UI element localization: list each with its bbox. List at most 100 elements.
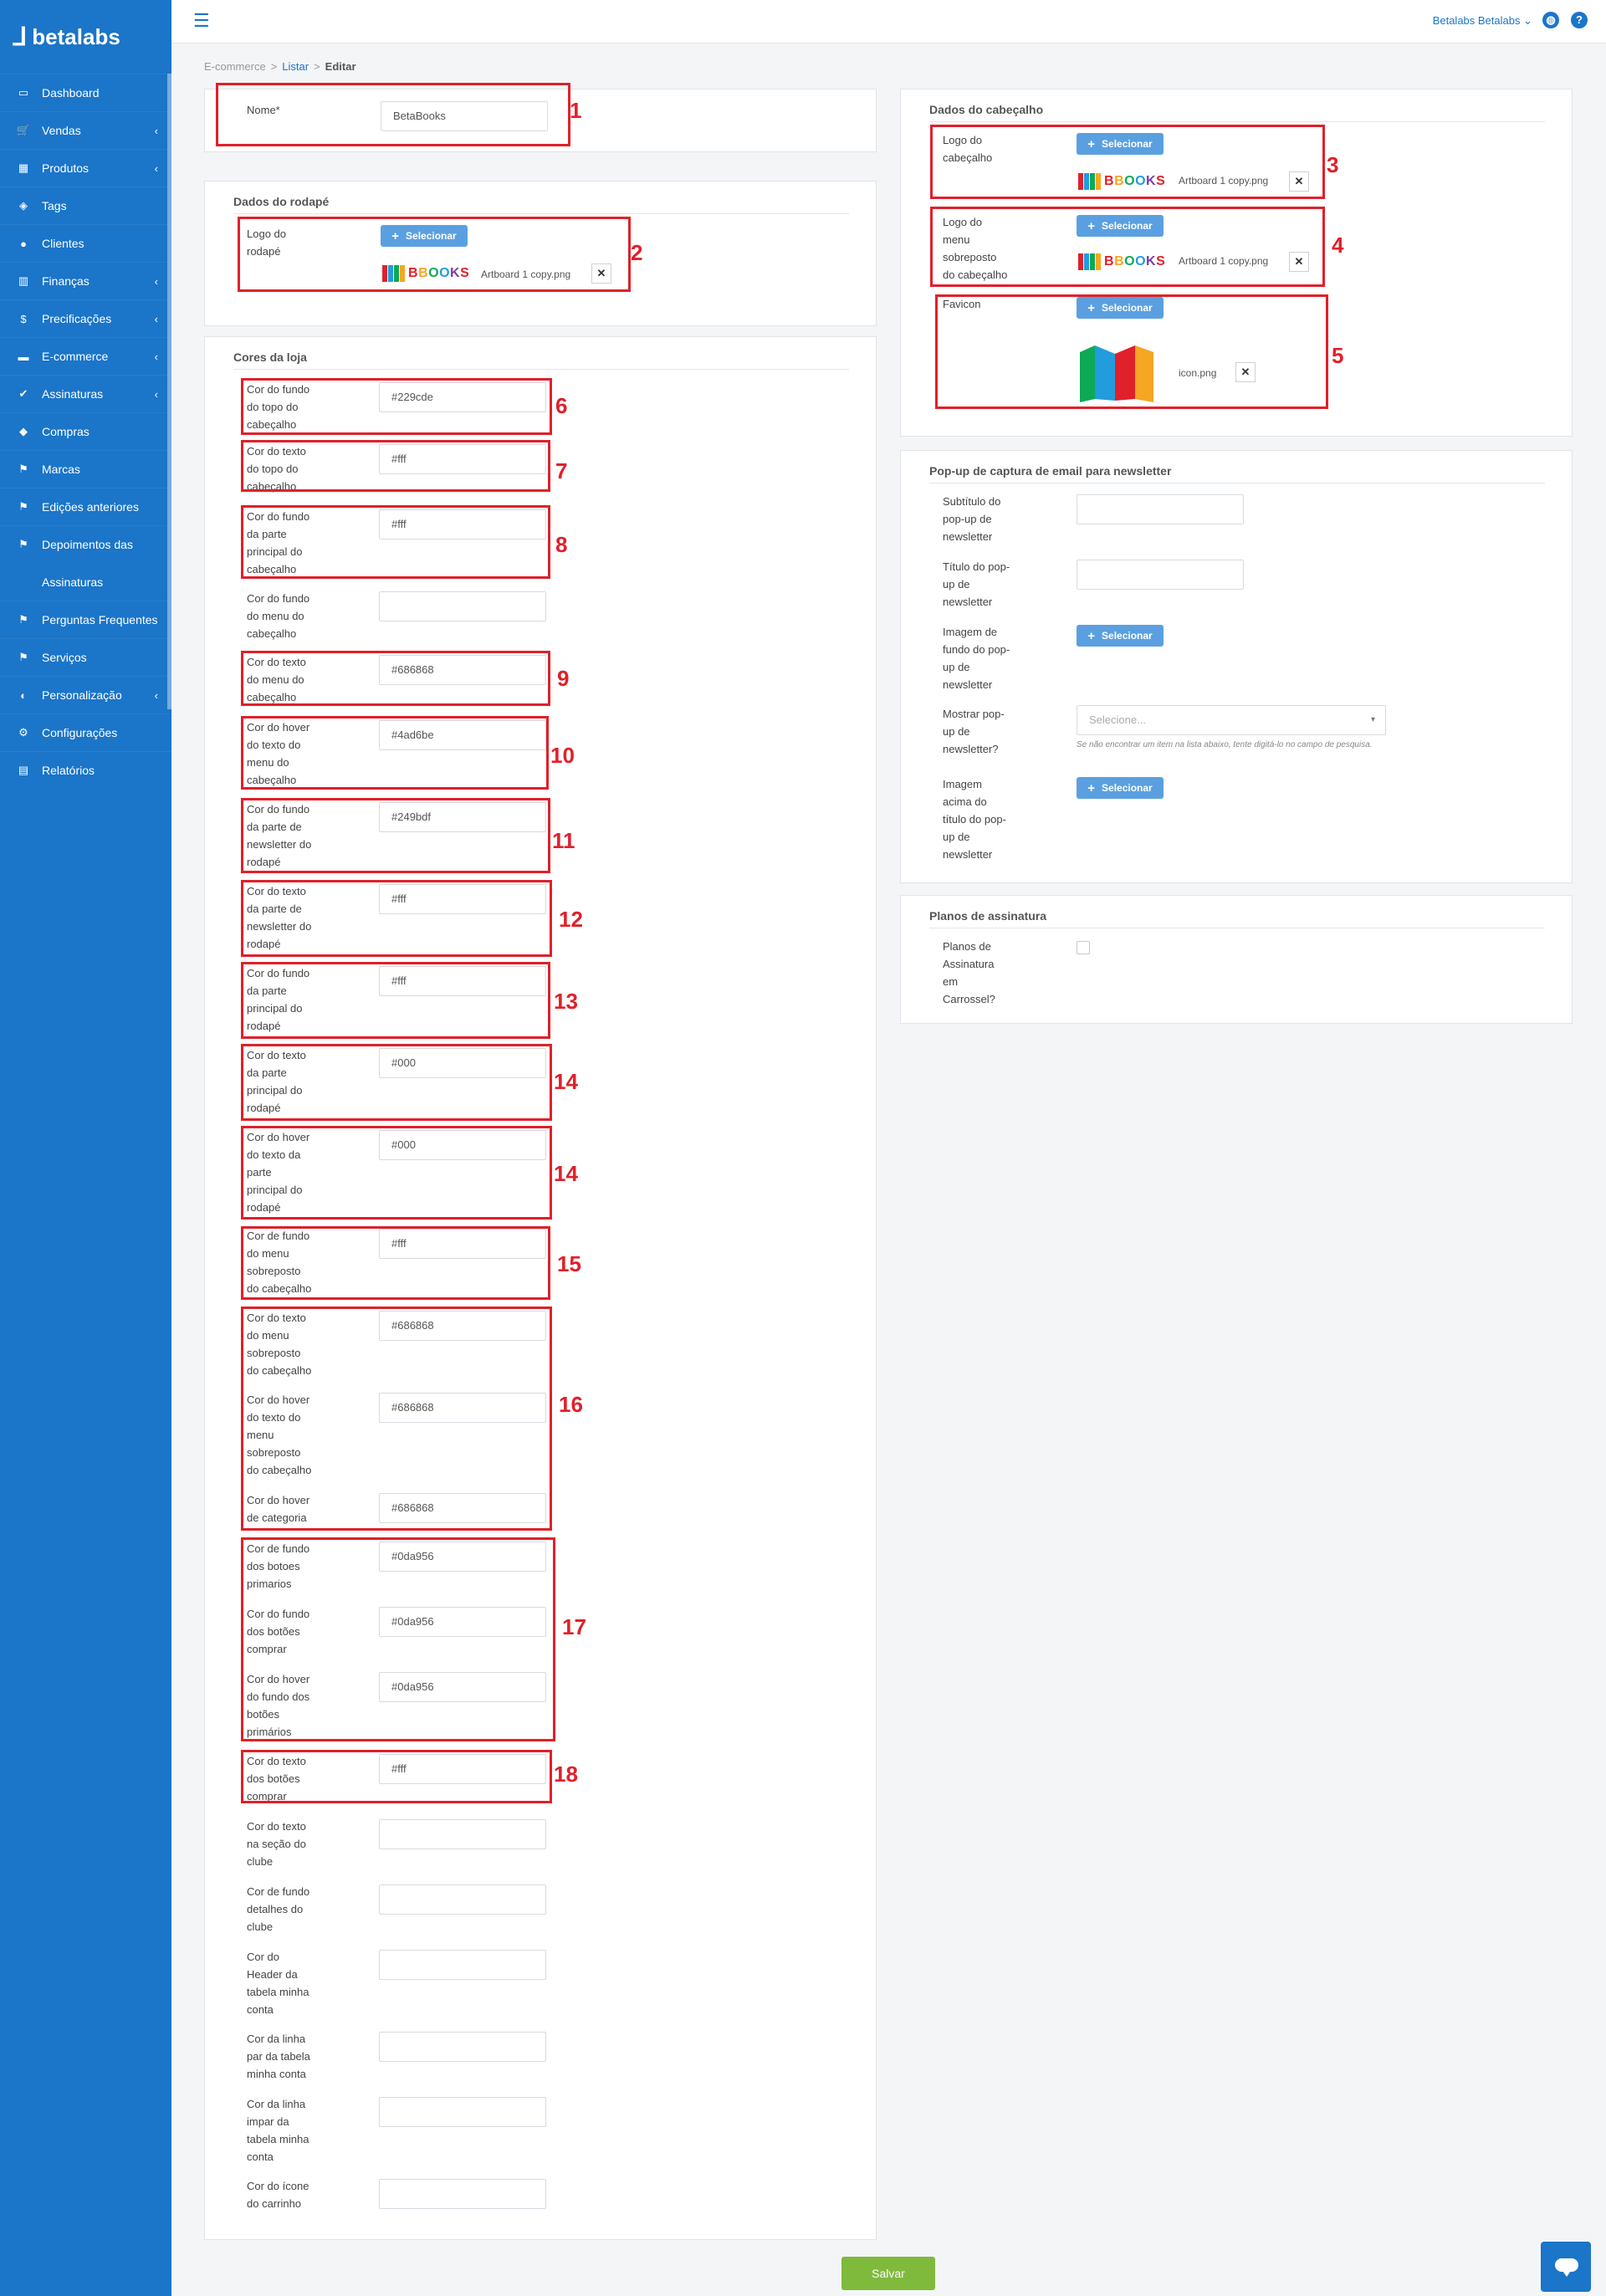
label-line: Cor da linha <box>247 2098 306 2110</box>
newsletter-subtitle-input[interactable] <box>1077 494 1244 524</box>
annotation-number: 9 <box>557 666 570 691</box>
color-field-input[interactable] <box>379 2179 546 2209</box>
label-line: Cor do texto <box>247 1820 306 1833</box>
sidebar-item-label: Vendas <box>42 124 81 137</box>
annotation-box-5 <box>935 294 1328 409</box>
annotation-box <box>241 378 552 435</box>
label-line: Título do pop- <box>943 560 1010 573</box>
color-field-input[interactable] <box>379 1819 546 1849</box>
label-line: tabela minha <box>247 1986 309 1998</box>
label-line: Header da <box>247 1968 298 1981</box>
save-button[interactable]: Salvar <box>841 2257 935 2290</box>
sidebar-item-label: Relatórios <box>42 764 95 777</box>
brand-logo[interactable]: ᒧ betalabs <box>0 0 171 74</box>
newsletter-panel: Pop-up de captura de email para newslett… <box>900 450 1573 883</box>
label-line: em <box>943 975 959 988</box>
annotation-box <box>241 1537 555 1741</box>
user-menu[interactable]: Betalabs Betalabs ⌄ <box>1433 14 1532 28</box>
label-line: conta <box>247 2003 274 2016</box>
sidebar-item[interactable]: 🛒 Vendas ‹ <box>0 111 171 149</box>
sidebar-item[interactable]: $ Precificações ‹ <box>0 299 171 337</box>
sidebar-item[interactable]: ● Clientes <box>0 224 171 262</box>
sidebar-item[interactable]: ⚑ Depoimentos das <box>0 525 171 563</box>
label-line: clube <box>247 1920 274 1933</box>
newsletter-show-select[interactable]: Selecione... ▾ <box>1077 705 1386 735</box>
footer-panel-title: Dados do rodapé <box>233 195 330 208</box>
color-field-label: Cor do Header da tabela minha conta <box>247 1948 309 2018</box>
label-line: newsletter? <box>943 743 999 755</box>
sidebar-item[interactable]: ⚙ Configurações <box>0 713 171 751</box>
sidebar-item[interactable]: ▬ E-commerce ‹ <box>0 337 171 375</box>
dollar-icon: $ <box>20 312 27 325</box>
color-field-input[interactable] <box>379 2097 546 2127</box>
user-icon: ● <box>20 237 27 250</box>
label-line: up de <box>943 578 970 591</box>
sidebar-item[interactable]: ▤ Relatórios <box>0 751 171 789</box>
sidebar-item[interactable]: ◈ Tags <box>0 187 171 224</box>
annotation-box <box>241 962 550 1039</box>
sidebar-item[interactable]: ✔ Assinaturas ‹ <box>0 375 171 412</box>
globe-icon[interactable]: ◍ <box>1542 12 1559 28</box>
chevron-left-icon: ‹ <box>154 350 158 363</box>
sidebar-item[interactable]: ⚑ Edições anteriores <box>0 488 171 525</box>
tag-icon: ◈ <box>19 199 28 212</box>
chat-icon[interactable] <box>1541 2242 1591 2292</box>
sidebar-item[interactable]: ⚑ Marcas <box>0 450 171 488</box>
label-line: newsletter <box>943 530 993 543</box>
sidebar-item[interactable]: Assinaturas <box>0 563 171 601</box>
bar-chart-icon: ▥ <box>18 274 29 287</box>
sidebar-item[interactable]: ▦ Produtos ‹ <box>0 149 171 187</box>
monitor-icon: ▭ <box>18 86 29 99</box>
annotation-number: 5 <box>1332 343 1344 368</box>
sidebar-item[interactable]: ◐ Personalização ‹ <box>0 676 171 713</box>
label-line: newsletter <box>943 596 993 608</box>
flag-icon: ⚑ <box>18 651 28 663</box>
color-field-input[interactable] <box>379 591 546 621</box>
flag-icon: ⚑ <box>18 463 28 475</box>
sidebar-item-label: Dashboard <box>42 86 100 100</box>
grid-icon: ▦ <box>18 161 29 174</box>
annotation-number: 3 <box>1327 152 1339 177</box>
sidebar-item-label: Finanças <box>42 274 90 288</box>
sidebar-item[interactable]: ⚑ Perguntas Frequentes <box>0 601 171 638</box>
hamburger-menu-icon[interactable]: ☰ <box>193 10 210 32</box>
color-field-input[interactable] <box>379 1950 546 1980</box>
breadcrumb-separator: > <box>270 60 278 73</box>
flag-icon: ⚑ <box>18 538 28 550</box>
newsletter-bg-label: Imagem de fundo do pop- up de newsletter <box>943 623 1010 693</box>
sidebar-item[interactable]: ⚑ Serviços <box>0 638 171 676</box>
annotation-number: 2 <box>631 240 643 265</box>
chevron-down-icon: ▾ <box>1370 715 1375 724</box>
color-field-input[interactable] <box>379 1884 546 1915</box>
label-line: Imagem <box>943 778 982 790</box>
plans-panel: Planos de assinatura Planos de Assinatur… <box>900 895 1573 1024</box>
color-field-input[interactable] <box>379 2032 546 2062</box>
annotation-number: 14 <box>554 1161 578 1186</box>
label-line: do menu do <box>247 610 304 622</box>
sidebar-item[interactable]: ◆ Compras <box>0 412 171 450</box>
annotation-number: 14 <box>554 1069 578 1094</box>
newsletter-above-select-button[interactable]: + Selecionar <box>1077 777 1164 799</box>
label-line: fundo do pop- <box>943 643 1010 656</box>
breadcrumb-list-link[interactable]: Listar <box>282 60 309 73</box>
sidebar-item[interactable]: ▥ Finanças ‹ <box>0 262 171 299</box>
annotation-number: 4 <box>1332 233 1344 258</box>
label-line: tabela minha <box>247 2133 309 2145</box>
newsletter-title-input[interactable] <box>1077 560 1244 590</box>
chevron-left-icon: ‹ <box>154 274 158 288</box>
store-colors-panel-title: Cores da loja <box>233 350 307 364</box>
annotation-box <box>241 440 550 492</box>
chevron-left-icon: ‹ <box>154 312 158 325</box>
help-icon[interactable]: ? <box>1571 12 1588 28</box>
sidebar-scrollbar[interactable] <box>167 74 171 709</box>
contrast-icon: ◐ <box>20 688 27 702</box>
check-icon: ✔ <box>18 387 28 400</box>
chat-bubble-tail <box>1563 2271 1571 2277</box>
newsletter-bg-select-button[interactable]: + Selecionar <box>1077 625 1164 647</box>
label-line: cabeçalho <box>247 627 297 640</box>
label-line: Cor do fundo <box>247 592 310 605</box>
sidebar-item-label: Perguntas Frequentes <box>42 613 158 626</box>
breadcrumb-root[interactable]: E-commerce <box>204 60 266 73</box>
sidebar-item[interactable]: ▭ Dashboard <box>0 74 171 111</box>
plans-carousel-checkbox[interactable] <box>1077 941 1090 954</box>
